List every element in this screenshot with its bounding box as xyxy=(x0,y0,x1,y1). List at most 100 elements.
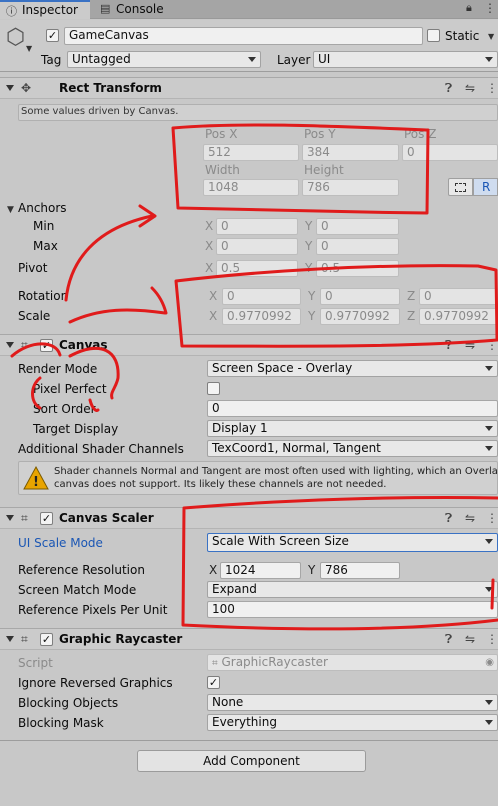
presets-icon[interactable]: ⇋ xyxy=(465,511,475,525)
rect-transform-header[interactable]: ✥ Rect Transform ❓︎ ⇋ ⋮ xyxy=(0,77,498,99)
anchors-label[interactable]: Anchors xyxy=(18,201,67,215)
height-label: Height xyxy=(304,163,344,177)
fold-arrow-icon[interactable] xyxy=(6,342,14,348)
blocking-mask-label: Blocking Mask xyxy=(18,716,104,730)
scale-y-axis: Y xyxy=(308,309,316,323)
script-label: Script xyxy=(18,656,53,670)
sort-order-field[interactable]: 0 xyxy=(207,400,498,417)
help-icon[interactable]: ❓︎ xyxy=(445,632,452,647)
target-display-label: Target Display xyxy=(33,422,119,436)
min-y-axis: Y xyxy=(305,219,313,233)
fold-arrow-icon[interactable] xyxy=(6,85,14,91)
presets-icon[interactable]: ⇋ xyxy=(465,338,475,352)
blocking-mask-dropdown[interactable]: Everything xyxy=(207,714,498,731)
context-menu-icon[interactable]: ⋮ xyxy=(486,511,498,525)
anchor-max-y-field[interactable]: 0 xyxy=(316,238,399,255)
canvas-scaler-icon: ⌗ xyxy=(21,511,28,525)
graphic-raycaster-header[interactable]: ⌗ ✓ Graphic Raycaster ❓︎ ⇋ ⋮ xyxy=(0,628,498,650)
ignore-reversed-checkbox[interactable]: ✓ xyxy=(207,676,220,689)
pivot-x-field[interactable]: 0.5 xyxy=(216,260,298,277)
gameobject-icon: ⬡ xyxy=(6,25,26,50)
warning-text-line2: canvas does not support. Its likely thes… xyxy=(54,479,387,490)
script-file-icon: ⌗ xyxy=(212,658,218,669)
layer-dropdown[interactable]: UI xyxy=(313,51,498,68)
ref-resolution-x-field[interactable]: 1024 xyxy=(220,562,301,579)
target-display-dropdown[interactable]: Display 1 xyxy=(207,420,498,437)
pos-x-label: Pos X xyxy=(205,127,238,141)
add-component-label: Add Component xyxy=(203,754,300,768)
raycaster-enabled-checkbox[interactable]: ✓ xyxy=(40,633,53,646)
blocking-objects-dropdown[interactable]: None xyxy=(207,694,498,711)
presets-icon[interactable]: ⇋ xyxy=(465,632,475,646)
anchors-fold-icon[interactable]: ▼ xyxy=(7,205,14,215)
rotation-label: Rotation xyxy=(18,289,69,303)
rotation-y-field[interactable]: 0 xyxy=(320,288,400,305)
script-field[interactable]: ⌗ GraphicRaycaster ◉ xyxy=(207,654,498,671)
height-field[interactable]: 786 xyxy=(302,179,399,196)
pivot-y-field[interactable]: 0.5 xyxy=(316,260,399,277)
rotation-x-field[interactable]: 0 xyxy=(222,288,301,305)
blocking-objects-label: Blocking Objects xyxy=(18,696,119,710)
pos-z-field[interactable]: 0 xyxy=(402,144,498,161)
tab-console[interactable]: ▤ Console xyxy=(98,2,188,19)
shader-channels-dropdown[interactable]: TexCoord1, Normal, Tangent xyxy=(207,440,498,457)
fold-arrow-icon[interactable] xyxy=(6,515,14,521)
console-icon: ▤ xyxy=(100,2,111,15)
anchor-min-x-field[interactable]: 0 xyxy=(216,218,298,235)
layer-label: Layer xyxy=(277,53,311,67)
anchor-min-label: Min xyxy=(33,219,55,233)
pixel-perfect-checkbox[interactable] xyxy=(207,382,220,395)
active-checkbox[interactable]: ✓ xyxy=(46,29,59,42)
tab-inspector[interactable]: ⓘ Inspector xyxy=(0,0,90,19)
raw-edit-button[interactable]: R xyxy=(473,178,498,196)
canvas-header[interactable]: ⌗ ✓ Canvas ❓︎ ⇋ ⋮ xyxy=(0,334,498,356)
svg-text:!: ! xyxy=(33,475,39,490)
render-mode-dropdown[interactable]: Screen Space - Overlay xyxy=(207,360,498,377)
pivot-x-axis: X xyxy=(205,261,214,275)
pos-x-field[interactable]: 512 xyxy=(203,144,299,161)
anchor-min-y-field[interactable]: 0 xyxy=(316,218,399,235)
menu-icon[interactable]: ⋮ xyxy=(484,1,496,15)
scale-z-field[interactable]: 0.9770992 xyxy=(419,308,498,325)
fold-arrow-icon[interactable] xyxy=(6,636,14,642)
scale-y-field[interactable]: 0.9770992 xyxy=(320,308,400,325)
blocking-mask-value: Everything xyxy=(212,715,277,729)
context-menu-icon[interactable]: ⋮ xyxy=(486,632,498,646)
help-icon[interactable]: ❓︎ xyxy=(445,511,452,526)
ui-scale-mode-dropdown[interactable]: Scale With Screen Size xyxy=(207,533,498,552)
canvas-scaler-header[interactable]: ⌗ ✓ Canvas Scaler ❓︎ ⇋ ⋮ xyxy=(0,507,498,529)
blueprint-mode-button[interactable] xyxy=(448,178,473,196)
anchor-max-x-field[interactable]: 0 xyxy=(216,238,298,255)
raw-edit-label: R xyxy=(482,180,491,194)
object-name-field[interactable]: GameCanvas xyxy=(64,27,423,45)
blocking-objects-value: None xyxy=(212,695,244,709)
icon-dropdown-arrow[interactable]: ▼ xyxy=(26,44,32,53)
blueprint-icon xyxy=(455,183,466,192)
static-checkbox[interactable] xyxy=(427,29,440,42)
context-menu-icon[interactable]: ⋮ xyxy=(486,81,498,95)
lock-icon[interactable]: 🔒︎ xyxy=(466,1,472,15)
canvas-scaler-enabled-checkbox[interactable]: ✓ xyxy=(40,512,53,525)
layer-value: UI xyxy=(318,52,331,66)
scale-x-field[interactable]: 0.9770992 xyxy=(222,308,301,325)
screen-match-mode-dropdown[interactable]: Expand xyxy=(207,581,498,598)
rotation-z-field[interactable]: 0 xyxy=(419,288,498,305)
screen-match-mode-value: Expand xyxy=(212,582,257,596)
width-field[interactable]: 1048 xyxy=(203,179,299,196)
help-icon[interactable]: ❓︎ xyxy=(445,338,452,353)
driven-info-text: Some values driven by Canvas. xyxy=(21,106,179,117)
ui-scale-mode-value: Scale With Screen Size xyxy=(212,534,349,548)
scale-x-axis: X xyxy=(209,309,218,323)
ref-ppu-field[interactable]: 100 xyxy=(207,601,498,618)
canvas-enabled-checkbox[interactable]: ✓ xyxy=(40,339,53,352)
pos-y-field[interactable]: 384 xyxy=(302,144,399,161)
presets-icon[interactable]: ⇋ xyxy=(465,81,475,95)
ref-resolution-y-field[interactable]: 786 xyxy=(320,562,400,579)
anchor-max-label: Max xyxy=(33,239,58,253)
object-picker-icon[interactable]: ◉ xyxy=(485,655,494,670)
help-icon[interactable]: ❓︎ xyxy=(445,81,452,96)
tag-dropdown[interactable]: Untagged xyxy=(67,51,261,68)
context-menu-icon[interactable]: ⋮ xyxy=(486,338,498,352)
add-component-button[interactable]: Add Component xyxy=(137,750,366,772)
static-dropdown-arrow[interactable]: ▼ xyxy=(488,32,494,41)
